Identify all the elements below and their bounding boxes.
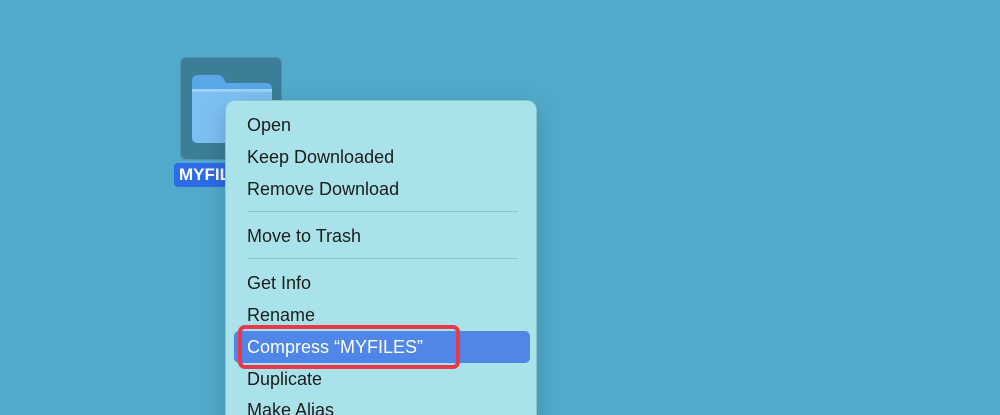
menu-separator: [247, 258, 518, 259]
folder-name-label[interactable]: MYFILES: [174, 163, 228, 187]
menu-item-rename[interactable]: Rename: [234, 299, 530, 331]
menu-item-move-to-trash[interactable]: Move to Trash: [234, 220, 530, 252]
menu-item-keep-downloaded[interactable]: Keep Downloaded: [234, 141, 530, 173]
menu-item-duplicate[interactable]: Duplicate: [234, 363, 530, 395]
menu-item-open[interactable]: Open: [234, 109, 530, 141]
menu-item-make-alias[interactable]: Make Alias: [234, 394, 530, 415]
menu-separator: [247, 211, 518, 212]
menu-item-get-info[interactable]: Get Info: [234, 267, 530, 299]
context-menu: Open Keep Downloaded Remove Download Mov…: [225, 100, 537, 415]
menu-item-remove-download[interactable]: Remove Download: [234, 173, 530, 205]
menu-item-compress[interactable]: Compress “MYFILES”: [234, 331, 530, 363]
